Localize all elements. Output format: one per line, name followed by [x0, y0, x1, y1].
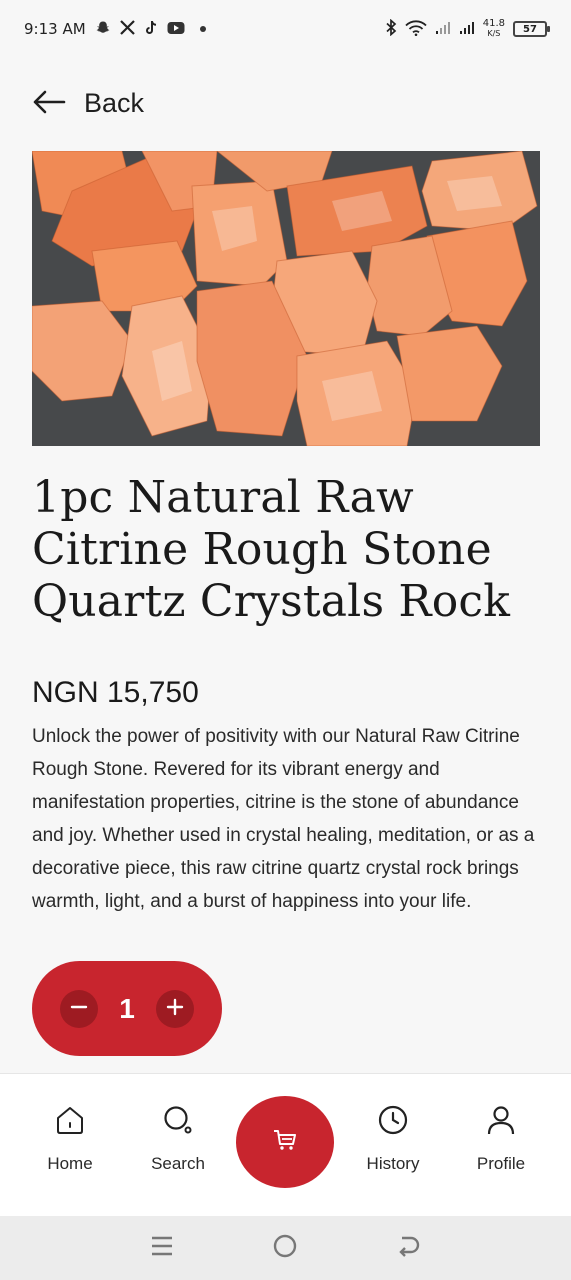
- network-speed-unit: K/S: [487, 29, 501, 38]
- snapchat-icon: [95, 20, 111, 39]
- home-system-button[interactable]: [265, 1228, 305, 1268]
- nav-search-label: Search: [151, 1154, 205, 1173]
- status-bar: 9:13 AM 41.8 K/S 57: [0, 0, 571, 58]
- clock-icon: [377, 1104, 409, 1140]
- decrease-quantity-button[interactable]: [60, 989, 98, 1028]
- product-description: Unlock the power of positivity with our …: [32, 726, 535, 912]
- user-icon: [485, 1104, 517, 1140]
- circle-icon: [272, 1233, 298, 1263]
- product-title: 1pc Natural Raw Citrine Rough Stone Quar…: [32, 472, 511, 627]
- home-icon: [54, 1104, 86, 1140]
- plus-icon: [165, 997, 185, 1021]
- cart-button[interactable]: [236, 1096, 334, 1188]
- nav-home-label: Home: [47, 1154, 93, 1173]
- tiktok-icon: [144, 20, 158, 39]
- status-left: 9:13 AM: [24, 20, 206, 39]
- arrow-left-icon: [32, 90, 66, 118]
- nav-search[interactable]: Search: [133, 1104, 223, 1174]
- status-time: 9:13 AM: [24, 20, 86, 38]
- minus-icon: [69, 997, 89, 1021]
- nav-history[interactable]: History: [348, 1104, 438, 1174]
- increase-quantity-button[interactable]: [155, 989, 194, 1028]
- product-image: [32, 151, 540, 446]
- back-system-button[interactable]: [389, 1228, 429, 1268]
- notification-dot-icon: [199, 26, 206, 32]
- nav-history-label: History: [366, 1154, 420, 1173]
- quantity-stepper: 1: [32, 961, 222, 1056]
- network-speed: 41.8 K/S: [483, 19, 505, 39]
- back-arrow-icon: [396, 1234, 422, 1262]
- nav-profile-label: Profile: [476, 1154, 526, 1173]
- signal-strong-icon: [459, 21, 475, 38]
- system-navigation-bar: [0, 1216, 571, 1280]
- nav-home[interactable]: Home: [25, 1104, 115, 1174]
- youtube-icon: [167, 21, 185, 38]
- x-icon: [119, 20, 135, 38]
- bottom-navigation: Home Search History Profile: [0, 1073, 571, 1216]
- battery-level: 57: [523, 23, 537, 35]
- bluetooth-icon: [385, 18, 397, 39]
- battery-icon: 57: [513, 21, 550, 37]
- back-button[interactable]: Back: [32, 88, 144, 119]
- quantity-value: 1: [119, 992, 135, 1024]
- menu-lines-icon: [150, 1235, 174, 1261]
- signal-weak-icon: [435, 21, 451, 38]
- network-speed-value: 41.8: [482, 18, 505, 29]
- status-right: 41.8 K/S 57: [385, 18, 550, 39]
- search-icon: [162, 1104, 194, 1140]
- cart-icon: [272, 1127, 298, 1157]
- back-label: Back: [84, 88, 145, 118]
- nav-profile[interactable]: Profile: [456, 1104, 546, 1174]
- recent-apps-button[interactable]: [142, 1228, 182, 1268]
- wifi-icon: [405, 19, 427, 39]
- product-price: NGN 15,750: [32, 676, 199, 709]
